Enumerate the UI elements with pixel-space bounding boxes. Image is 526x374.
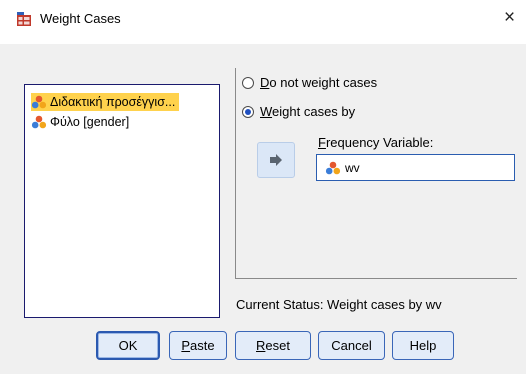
nominal-variable-icon — [325, 161, 341, 174]
list-item-variable[interactable]: Διδακτική προσέγγισ... — [31, 93, 180, 111]
do-not-weight-label: Do not weight cases — [260, 75, 378, 90]
variable-label: Φύλο [gender] — [50, 115, 130, 129]
dialog-body: Διδακτική προσέγγισ... Φύλο [gender] Do … — [0, 44, 526, 374]
weight-cases-by-option[interactable]: Weight cases by — [242, 104, 355, 119]
move-variable-button[interactable] — [257, 142, 295, 178]
do-not-weight-option[interactable]: Do not weight cases — [242, 75, 377, 90]
help-button[interactable]: Help — [392, 331, 454, 360]
weight-cases-by-radio[interactable] — [242, 105, 254, 118]
nominal-variable-icon — [31, 95, 47, 109]
variable-list[interactable]: Διδακτική προσέγγισ... Φύλο [gender] — [24, 84, 220, 318]
paste-button[interactable]: Paste — [169, 331, 227, 360]
nominal-variable-icon — [31, 115, 47, 129]
weight-cases-by-label: Weight cases by — [260, 104, 356, 119]
spss-dialog-icon — [17, 12, 31, 26]
arrow-right-icon — [270, 154, 282, 166]
cancel-button[interactable]: Cancel — [318, 331, 385, 360]
frequency-variable-label: Frequency Variable: — [318, 135, 434, 150]
current-status-text: Current Status: Weight cases by wv — [236, 297, 442, 312]
frequency-variable-field[interactable]: wv — [316, 154, 515, 181]
frequency-variable-value: wv — [345, 160, 360, 175]
do-not-weight-radio[interactable] — [242, 76, 254, 89]
ok-button[interactable]: OK — [96, 331, 160, 360]
window-title: Weight Cases — [40, 11, 121, 26]
variable-label: Διδακτική προσέγγισ... — [50, 95, 176, 109]
list-item-variable[interactable]: Φύλο [gender] — [31, 113, 129, 131]
reset-button[interactable]: Reset — [235, 331, 311, 360]
title-bar: Weight Cases × — [0, 0, 526, 44]
close-icon[interactable]: × — [504, 8, 515, 28]
